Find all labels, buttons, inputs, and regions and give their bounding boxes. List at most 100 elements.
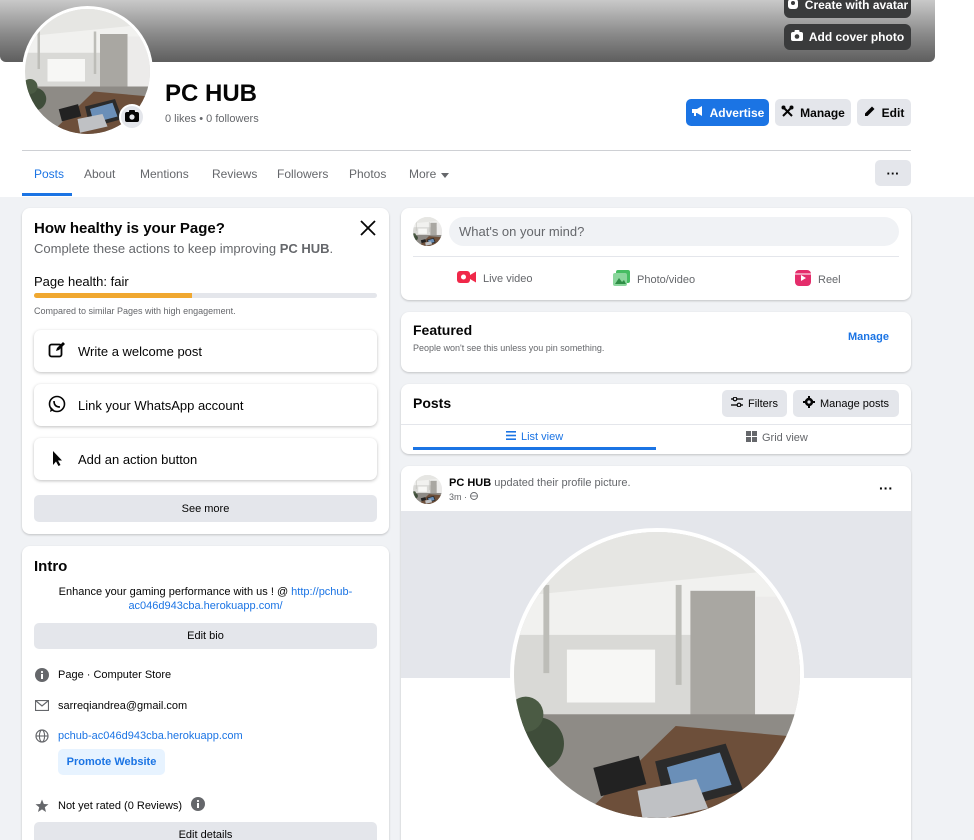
post-options-button[interactable]: ··· bbox=[879, 480, 893, 496]
posts-header-card: Posts Filters Manage posts List view Gri… bbox=[401, 384, 911, 454]
edit-button[interactable]: Edit bbox=[857, 99, 911, 126]
action-item-label: Add an action button bbox=[78, 451, 198, 467]
email-text: sarreqiandrea@gmail.com bbox=[58, 699, 188, 712]
manage-posts-label: Manage posts bbox=[819, 397, 890, 410]
tools-icon bbox=[781, 105, 794, 121]
featured-subtitle: People won't see this unless you pin som… bbox=[413, 343, 605, 353]
close-icon bbox=[358, 220, 378, 241]
website-link[interactable]: pchub-ac046d943cba.herokuapp.com bbox=[58, 730, 243, 742]
list-view-tab[interactable]: List view bbox=[506, 431, 563, 443]
add-action-button[interactable]: Add an action button bbox=[34, 438, 377, 480]
tab-reviews[interactable]: Reviews bbox=[212, 167, 257, 181]
page-category: Page · Computer Store bbox=[58, 668, 172, 681]
reel-icon bbox=[795, 270, 811, 289]
manage-button[interactable]: Manage bbox=[775, 99, 851, 126]
post-timestamp[interactable]: 3m · bbox=[449, 492, 478, 502]
tab-more[interactable]: More bbox=[409, 167, 450, 181]
whatsapp-icon bbox=[48, 395, 66, 416]
edit-label: Edit bbox=[881, 105, 905, 120]
pencil-icon bbox=[864, 105, 876, 120]
info-icon bbox=[34, 667, 49, 682]
live-video-icon bbox=[457, 270, 476, 287]
page-stats[interactable]: 0 likes • 0 followers bbox=[165, 113, 259, 125]
page-title: PC HUB bbox=[165, 80, 258, 107]
edit-details-button[interactable]: Edit details bbox=[34, 822, 377, 840]
featured-title: Featured bbox=[413, 322, 473, 338]
intro-title: Intro bbox=[34, 558, 68, 575]
live-video-label: Live video bbox=[483, 272, 533, 285]
grid-icon bbox=[746, 431, 757, 445]
add-cover-label: Add cover photo bbox=[808, 30, 905, 44]
grid-view-tab[interactable]: Grid view bbox=[746, 431, 808, 445]
tab-photos[interactable]: Photos bbox=[349, 167, 386, 181]
tab-about[interactable]: About bbox=[84, 167, 115, 181]
page-health-label: Page health: fair bbox=[34, 274, 129, 289]
camera-icon bbox=[125, 109, 139, 125]
avatar-icon bbox=[787, 0, 799, 13]
website-row: pchub-ac046d943cba.herokuapp.com bbox=[34, 728, 243, 743]
tab-followers[interactable]: Followers bbox=[277, 167, 328, 181]
page-health-subtitle: Complete these actions to keep improving… bbox=[34, 241, 334, 256]
create-avatar-button[interactable]: Create with avatar bbox=[784, 0, 911, 18]
list-icon bbox=[506, 431, 516, 443]
composer-divider bbox=[413, 256, 899, 257]
post-image[interactable] bbox=[401, 511, 911, 840]
megaphone-icon bbox=[691, 105, 704, 120]
email-row: sarreqiandrea@gmail.com bbox=[34, 698, 187, 713]
avatar[interactable] bbox=[413, 217, 442, 246]
post-composer: What's on your mind? Live video Photo/vi… bbox=[401, 208, 911, 300]
filters-button[interactable]: Filters bbox=[722, 390, 787, 417]
live-video-button[interactable]: Live video bbox=[457, 270, 533, 287]
mail-icon bbox=[34, 698, 49, 713]
info-icon[interactable] bbox=[191, 797, 206, 814]
action-item-label: Write a welcome post bbox=[78, 343, 203, 359]
active-tab-indicator bbox=[22, 193, 72, 196]
tab-more-label: More bbox=[409, 167, 437, 181]
more-options-button[interactable]: ··· bbox=[875, 160, 911, 186]
featured-manage-link[interactable]: Manage bbox=[848, 331, 889, 343]
manage-label: Manage bbox=[800, 105, 845, 120]
action-item-label: Link your WhatsApp account bbox=[78, 397, 244, 413]
advertise-button[interactable]: Advertise bbox=[686, 99, 769, 126]
close-button[interactable] bbox=[358, 218, 378, 238]
list-view-label: List view bbox=[521, 431, 564, 443]
edit-bio-button[interactable]: Edit bio bbox=[34, 623, 377, 649]
advertise-label: Advertise bbox=[709, 105, 765, 120]
page-health-title: How healthy is your Page? bbox=[34, 220, 225, 237]
reel-label: Reel bbox=[818, 273, 841, 286]
link-whatsapp-button[interactable]: Link your WhatsApp account bbox=[34, 384, 377, 426]
write-welcome-post-button[interactable]: Write a welcome post bbox=[34, 330, 377, 372]
photo-video-button[interactable]: Photo/video bbox=[613, 270, 695, 289]
reel-button[interactable]: Reel bbox=[795, 270, 841, 289]
rating-row: Not yet rated (0 Reviews) bbox=[34, 797, 206, 814]
update-profile-picture-button[interactable] bbox=[119, 104, 145, 130]
posts-title: Posts bbox=[413, 395, 452, 411]
header-divider bbox=[22, 150, 911, 151]
globe-icon bbox=[34, 728, 49, 743]
post-card: PC HUB updated their profile picture. 3m… bbox=[401, 466, 911, 840]
posts-divider bbox=[401, 424, 911, 425]
intro-bio: Enhance your gaming performance with us … bbox=[58, 586, 353, 612]
rating-text: Not yet rated (0 Reviews) bbox=[58, 799, 183, 812]
intro-card: Intro Enhance your gaming performance wi… bbox=[22, 546, 389, 840]
composer-input[interactable]: What's on your mind? bbox=[449, 217, 899, 246]
camera-icon bbox=[790, 30, 803, 44]
profile-picture-image bbox=[510, 528, 804, 822]
grid-view-label: Grid view bbox=[762, 432, 808, 444]
photo-video-label: Photo/video bbox=[637, 273, 696, 286]
tab-posts[interactable]: Posts bbox=[34, 167, 64, 181]
see-more-button[interactable]: See more bbox=[34, 495, 377, 522]
filters-label: Filters bbox=[748, 397, 778, 410]
post-author[interactable]: PC HUB bbox=[449, 477, 491, 489]
active-view-indicator bbox=[413, 447, 656, 450]
health-bar-fill bbox=[34, 293, 192, 298]
promote-website-button[interactable]: Promote Website bbox=[58, 749, 165, 775]
star-icon bbox=[34, 798, 49, 813]
create-avatar-label: Create with avatar bbox=[804, 0, 909, 12]
add-cover-photo-button[interactable]: Add cover photo bbox=[784, 24, 911, 50]
tab-mentions[interactable]: Mentions bbox=[140, 167, 189, 181]
manage-posts-button[interactable]: Manage posts bbox=[793, 390, 899, 417]
featured-card: Featured People won't see this unless yo… bbox=[401, 312, 911, 372]
gear-icon bbox=[802, 396, 815, 411]
avatar[interactable] bbox=[413, 475, 442, 504]
